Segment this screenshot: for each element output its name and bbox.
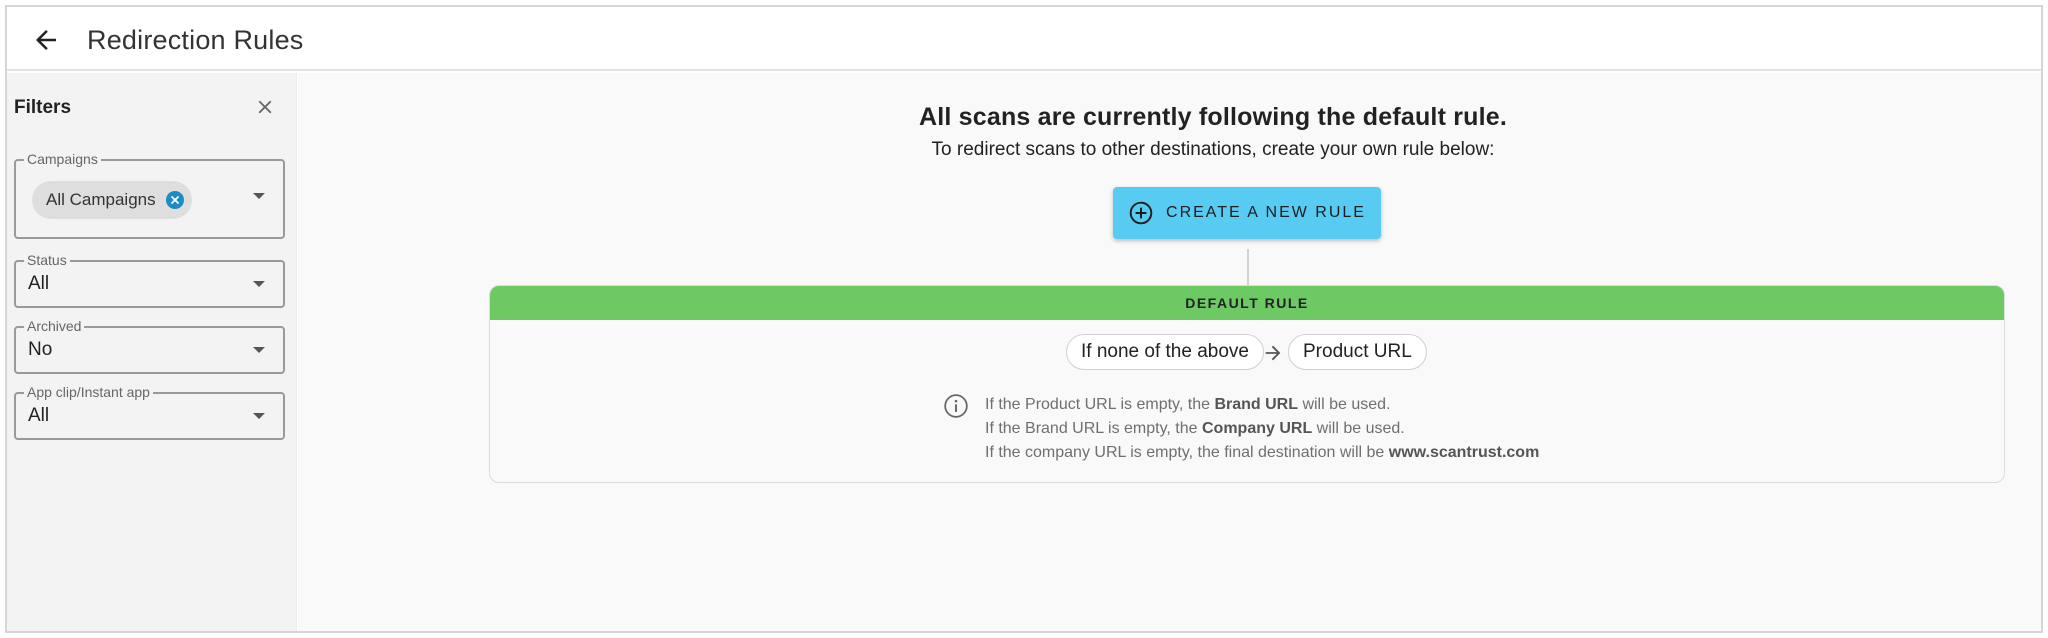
app-window: Redirection Rules Filters Campaigns All … <box>5 5 2043 633</box>
fallback-line-1-end: will be used. <box>1298 396 1391 413</box>
chevron-down-icon[interactable] <box>253 413 265 419</box>
campaign-chip-label: All Campaigns <box>46 190 156 209</box>
empty-state-subline: To redirect scans to other destinations,… <box>931 139 1495 160</box>
fallback-line-2-text: If the Brand URL is empty, the <box>985 420 1202 437</box>
campaigns-label: Campaigns <box>24 151 101 167</box>
fallback-line-3-bold: www.scantrust.com <box>1388 444 1540 461</box>
default-rule-card: DEFAULT RULE If none of the above Produc… <box>489 285 2005 483</box>
close-circle-icon <box>170 196 179 204</box>
app-clip-label: App clip/Instant app <box>24 384 153 400</box>
fallback-line-1: If the Product URL is empty, the Brand U… <box>985 393 1539 417</box>
fallback-line-1-text: If the Product URL is empty, the <box>985 396 1215 413</box>
app-clip-select[interactable]: App clip/Instant app All <box>14 384 285 440</box>
rule-condition-pill: If none of the above <box>1066 334 1264 370</box>
chevron-down-icon[interactable] <box>253 193 265 199</box>
fallback-line-2-end: will be used. <box>1312 420 1405 437</box>
archived-label: Archived <box>24 318 85 334</box>
add-circle-icon <box>1128 200 1154 226</box>
status-value: All <box>28 273 50 294</box>
create-rule-label: CREATE A NEW RULE <box>1166 204 1366 221</box>
top-header: Redirection Rules <box>7 7 2041 71</box>
status-label: Status <box>24 252 70 268</box>
fallback-info: If the Product URL is empty, the Brand U… <box>985 393 1539 465</box>
create-rule-button[interactable]: CREATE A NEW RULE <box>1113 187 1381 239</box>
filters-sidebar: Filters Campaigns All Campaigns Status A <box>7 73 297 631</box>
rule-destination-pill: Product URL <box>1288 334 1427 370</box>
fallback-line-3-text: If the company URL is empty, the final d… <box>985 444 1389 461</box>
archived-select[interactable]: Archived No <box>14 318 285 374</box>
chevron-down-icon[interactable] <box>253 281 265 287</box>
fallback-line-2: If the Brand URL is empty, the Company U… <box>985 417 1539 441</box>
default-rule-band: DEFAULT RULE <box>490 286 2004 320</box>
arrow-right-icon <box>1261 342 1285 364</box>
archived-value: No <box>28 339 53 360</box>
main-content: All scans are currently following the de… <box>298 73 2041 631</box>
info-icon <box>943 393 969 419</box>
campaign-chip: All Campaigns <box>32 181 192 219</box>
status-select[interactable]: Status All <box>14 252 285 308</box>
back-button[interactable] <box>29 23 63 57</box>
filters-title: Filters <box>14 97 72 118</box>
chevron-down-icon[interactable] <box>253 347 265 353</box>
fallback-line-1-bold: Brand URL <box>1214 396 1298 413</box>
close-icon <box>258 100 272 114</box>
arrow-left-icon <box>36 30 56 50</box>
fallback-line-2-bold: Company URL <box>1201 420 1313 437</box>
rule-connector-line <box>1247 249 1249 285</box>
app-clip-value: All <box>28 405 50 426</box>
fallback-line-3: If the company URL is empty, the final d… <box>985 441 1539 465</box>
empty-state-headline: All scans are currently following the de… <box>918 103 1508 131</box>
default-rule-label: DEFAULT RULE <box>1185 295 1309 311</box>
close-filters-button[interactable] <box>251 93 279 121</box>
chip-remove-button[interactable] <box>165 191 184 209</box>
page-title: Redirection Rules <box>87 25 304 55</box>
campaigns-select[interactable]: Campaigns All Campaigns <box>14 151 285 239</box>
